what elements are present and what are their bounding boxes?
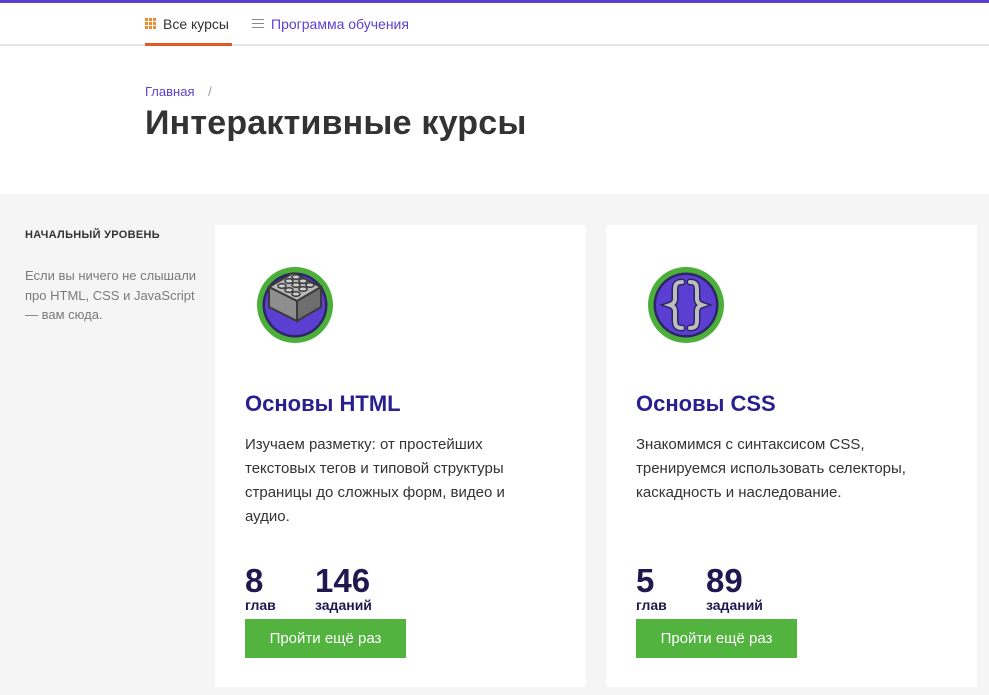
breadcrumb-separator: /: [208, 84, 212, 99]
tasks-count: 89: [706, 562, 743, 599]
active-tab-indicator: [145, 43, 232, 46]
nav-tab-all-courses[interactable]: Все курсы: [145, 3, 232, 46]
lego-brick-icon: [255, 265, 335, 345]
chapters-label: глав: [245, 597, 276, 613]
retake-course-button[interactable]: Пройти ещё раз: [245, 619, 406, 658]
chapters-stat: 5 глав: [636, 561, 667, 613]
chapters-label: глав: [636, 597, 667, 613]
course-card-css[interactable]: Основы CSS Знакомимся с синтаксисом CSS,…: [606, 225, 977, 687]
course-card-html[interactable]: Основы HTML Изучаем разметку: от простей…: [215, 225, 586, 687]
course-description: Изучаем разметку: от простейших текстовы…: [245, 436, 505, 525]
page-title: Интерактивные курсы: [145, 104, 527, 142]
level-heading: НАЧАЛЬНЫЙ УРОВЕНЬ: [25, 229, 160, 241]
curly-braces-icon: [646, 265, 726, 345]
top-nav: Все курсы Программа обучения: [0, 3, 989, 46]
breadcrumb-home-link[interactable]: Главная: [145, 84, 194, 99]
course-description: Знакомимся с синтаксисом CSS, тренируемс…: [636, 436, 906, 501]
list-icon: [252, 18, 264, 29]
chapters-count: 8: [245, 562, 264, 599]
retake-course-button[interactable]: Пройти ещё раз: [636, 619, 797, 658]
course-title[interactable]: Основы HTML: [245, 391, 401, 417]
grid-icon: [145, 18, 156, 29]
chapters-count: 5: [636, 562, 655, 599]
nav-tab-program-label: Программа обучения: [271, 15, 409, 32]
tasks-label: заданий: [706, 597, 763, 613]
nav-tab-all-courses-label: Все курсы: [163, 15, 229, 32]
level-description: Если вы ничего не слышали про HTML, CSS …: [25, 268, 197, 322]
breadcrumb: Главная /: [145, 84, 212, 99]
tasks-stat: 89 заданий: [706, 561, 763, 613]
courses-section: НАЧАЛЬНЫЙ УРОВЕНЬ Если вы ничего не слыш…: [0, 194, 989, 695]
tasks-stat: 146 заданий: [315, 561, 372, 613]
chapters-stat: 8 глав: [245, 561, 276, 613]
nav-tab-program[interactable]: Программа обучения: [252, 3, 409, 44]
tasks-count: 146: [315, 562, 371, 599]
tasks-label: заданий: [315, 597, 372, 613]
course-title[interactable]: Основы CSS: [636, 391, 776, 417]
